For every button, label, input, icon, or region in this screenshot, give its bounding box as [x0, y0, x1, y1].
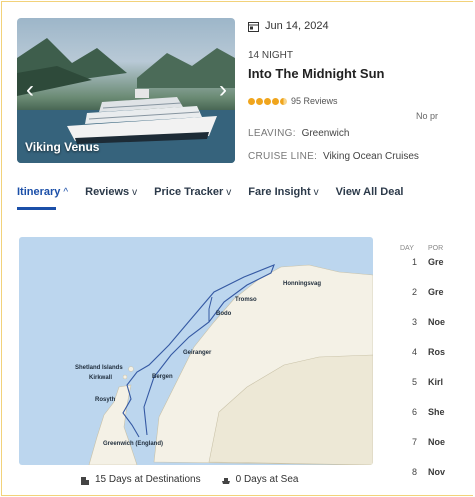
tab-fare-insight[interactable]: Fare Insight v	[248, 186, 318, 198]
chevron-down-icon: v	[226, 187, 232, 198]
rating-dot	[272, 97, 279, 105]
port-cell: Ros	[428, 347, 446, 357]
day-cell: 6	[412, 407, 418, 417]
day-cell: 7	[412, 437, 418, 447]
active-tab-indicator	[17, 207, 56, 210]
nights-label: 14 NIGHT	[248, 50, 294, 61]
port-label: Bodo	[216, 311, 232, 317]
port-cell: Noe	[428, 317, 446, 327]
rating-dot	[248, 97, 255, 105]
cruise-line-value: Viking Ocean Cruises	[322, 151, 419, 162]
rating-dot	[256, 97, 263, 105]
cruise-line-label: CRUISE LINE:	[248, 151, 318, 162]
port-cell: Kirl	[428, 377, 444, 387]
tab-bar: Itinerary ^ Reviews v Price Tracker v Fare …	[17, 186, 421, 198]
table-row: 3 Noe	[400, 317, 475, 347]
port-cell: Gre	[428, 287, 444, 297]
sea-days-text: 0 Days at Sea	[235, 474, 299, 485]
destination-days: 15 Days at Destinations	[80, 474, 201, 485]
tab-label: Itinerary	[17, 186, 61, 198]
port-cell: Nov	[428, 467, 446, 477]
table-row: 5 Kirl	[400, 377, 475, 407]
chevron-left-icon[interactable]: ‹	[26, 78, 34, 102]
day-cell: 3	[412, 317, 418, 327]
table-row: 8 Nov	[400, 467, 475, 497]
leaving-port: LEAVING: Greenwich	[248, 128, 349, 139]
day-cell: 5	[412, 377, 418, 387]
tab-label: Price Tracker	[154, 186, 224, 198]
sailing-date: Jun 14, 2024	[248, 20, 329, 32]
port-cell: She	[428, 407, 445, 417]
port-label: Geiranger	[183, 350, 212, 356]
rating-dot	[264, 97, 271, 105]
rating-dots	[248, 97, 287, 105]
tab-price-tracker[interactable]: Price Tracker v	[154, 186, 231, 198]
port-label: Kirkwall	[89, 375, 113, 381]
building-icon	[81, 476, 89, 485]
cruise-info: Jun 14, 2024 14 NIGHT Into The Midnight …	[248, 20, 419, 162]
table-row: 6 She	[400, 407, 475, 437]
itinerary-map[interactable]: Honningsvag Tromso Bodo Geiranger Bergen…	[19, 237, 373, 465]
table-row: 1 Gre	[400, 257, 475, 287]
day-cell: 2	[412, 287, 418, 297]
port-label: Honningsvag	[283, 281, 322, 287]
ship-icon	[221, 477, 230, 484]
chevron-down-icon: v	[132, 187, 138, 198]
cruise-line: CRUISE LINE: Viking Ocean Cruises	[248, 151, 419, 162]
tab-view-all-deals[interactable]: View All Deal	[336, 186, 404, 198]
sea-days: 0 Days at Sea	[221, 474, 299, 485]
tab-label: Reviews	[85, 186, 130, 198]
port-header: POR	[428, 245, 444, 252]
day-cell: 4	[412, 347, 418, 357]
day-cell: 8	[412, 467, 418, 477]
port-label: Rosyth	[95, 397, 116, 403]
review-count[interactable]: 95 Reviews	[291, 96, 338, 106]
tab-label: View All Deal	[335, 186, 404, 198]
ship-photo[interactable]: ‹ › Viking Venus	[17, 18, 235, 163]
tab-itinerary[interactable]: Itinerary ^	[17, 186, 68, 198]
calendar-icon	[248, 21, 259, 32]
port-cell: Noe	[428, 437, 446, 447]
port-label: Bergen	[152, 374, 173, 380]
table-row: 2 Gre	[400, 287, 475, 317]
chevron-right-icon[interactable]: ›	[219, 78, 227, 102]
chevron-down-icon: v	[313, 187, 319, 198]
chevron-up-icon: ^	[63, 187, 69, 198]
table-header: DAY POR	[400, 245, 475, 257]
price-status: No pr	[416, 111, 439, 121]
trip-stats: 15 Days at Destinations 0 Days at Sea	[80, 474, 298, 485]
cruise-title[interactable]: Into The Midnight Sun	[248, 66, 384, 81]
port-label: Greenwich (England)	[103, 441, 164, 447]
date-text: Jun 14, 2024	[265, 20, 329, 32]
tab-reviews[interactable]: Reviews v	[85, 186, 137, 198]
tab-label: Fare Insight	[248, 186, 311, 198]
leaving-label: LEAVING:	[248, 128, 296, 139]
rating-dot-half	[280, 97, 287, 105]
table-row: 7 Noe	[400, 437, 475, 467]
port-label: Tromso	[235, 297, 257, 303]
day-header: DAY	[400, 245, 414, 252]
day-cell: 1	[412, 257, 418, 267]
leaving-value: Greenwich	[301, 128, 350, 139]
port-label: Shetland Islands	[75, 365, 123, 371]
itinerary-table: DAY POR 1 Gre 2 Gre 3 Noe 4 Ros 5 Kirl 6 She 7…	[400, 245, 475, 497]
rating[interactable]: 95 Reviews	[248, 96, 338, 106]
table-row: 4 Ros	[400, 347, 475, 377]
ship-name: Viking Venus	[25, 140, 100, 154]
destination-days-text: 15 Days at Destinations	[95, 474, 201, 485]
port-cell: Gre	[428, 257, 444, 267]
